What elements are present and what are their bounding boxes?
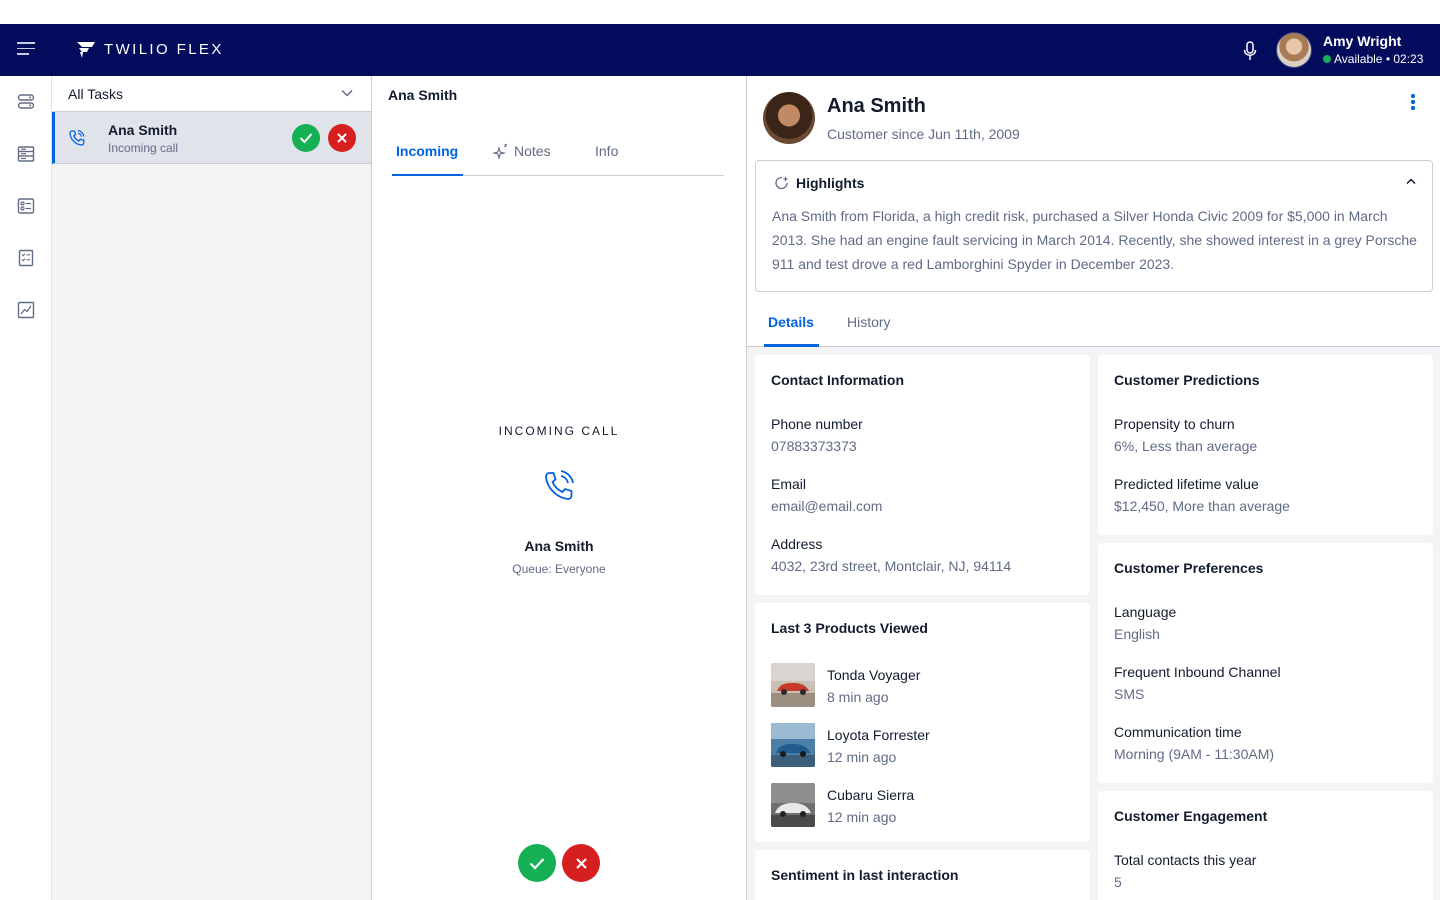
agent-desktop-icon[interactable] — [17, 145, 35, 163]
customer-profile-panel: Ana Smith Customer since Jun 11th, 2009 … — [747, 76, 1440, 900]
ai-highlights-icon — [775, 176, 789, 190]
card-title: Last 3 Products Viewed — [771, 620, 928, 636]
product-viewed-time: 12 min ago — [827, 809, 897, 825]
brand-name: TWILIO FLEX — [104, 41, 224, 58]
card-title: Customer Preferences — [1114, 560, 1264, 576]
communication-time-label: Communication time — [1114, 724, 1242, 740]
chevron-down-icon[interactable] — [341, 89, 353, 97]
window-top-margin — [0, 0, 1440, 24]
product-name[interactable]: Cubaru Sierra — [827, 787, 914, 803]
communication-time-value: Morning (9AM - 11:30AM) — [1114, 746, 1275, 762]
customer-name: Ana Smith — [827, 95, 926, 117]
task-list-panel: All Tasks Ana Smith Incoming call — [52, 76, 372, 900]
task-status-text: Incoming call — [108, 141, 179, 155]
agent-status-text: Available • 02:23 — [1334, 52, 1424, 66]
analytics-icon[interactable] — [17, 301, 35, 319]
highlights-card: Highlights Ana Smith from Florida, a hig… — [755, 160, 1433, 292]
contacts-label: Total contacts this year — [1114, 852, 1257, 868]
product-thumbnail[interactable] — [771, 723, 815, 767]
chevron-up-icon[interactable] — [1406, 178, 1416, 185]
language-label: Language — [1114, 604, 1177, 620]
card-title: Sentiment in last interaction — [771, 867, 959, 883]
email-label: Email — [771, 476, 807, 492]
task-customer-name: Ana Smith — [108, 122, 178, 138]
profile-tabs: Details History — [747, 306, 1440, 347]
queue-label: Queue: Everyone — [512, 562, 606, 576]
highlights-title: Highlights — [796, 175, 865, 191]
microphone-icon[interactable] — [1243, 41, 1257, 61]
check-icon — [299, 133, 313, 144]
side-navigation — [0, 76, 52, 900]
product-thumbnail[interactable] — [771, 663, 815, 707]
status-dot-icon — [1323, 55, 1331, 63]
close-icon — [575, 857, 587, 869]
incoming-call-label: INCOMING CALL — [498, 424, 620, 438]
agent-status[interactable]: Available • 02:23 — [1323, 52, 1423, 66]
tab-history[interactable]: History — [847, 314, 891, 330]
customer-since: Customer since Jun 11th, 2009 — [827, 126, 1020, 142]
channel-label: Frequent Inbound Channel — [1114, 664, 1281, 680]
churn-label: Propensity to churn — [1114, 416, 1235, 432]
contact-information-card: Contact Information Phone number 0788337… — [755, 355, 1090, 595]
customer-avatar — [763, 92, 815, 144]
customer-preferences-card: Customer Preferences Language English Fr… — [1098, 543, 1433, 783]
product-thumbnail[interactable] — [771, 783, 815, 827]
phone-incoming-icon — [69, 129, 85, 146]
task-card[interactable]: Ana Smith Incoming call — [52, 112, 371, 164]
phone-value: 07883373373 — [771, 438, 857, 454]
product-name[interactable]: Tonda Voyager — [827, 667, 920, 683]
product-viewed-time: 8 min ago — [827, 689, 889, 705]
contacts-value: 5 — [1114, 874, 1122, 890]
product-viewed-time: 12 min ago — [827, 749, 897, 765]
task-tabs: Incoming Notes Info — [392, 136, 724, 176]
agent-avatar[interactable] — [1276, 32, 1312, 68]
top-bar: TWILIO FLEX Amy Wright Available • 02:23 — [0, 24, 1440, 76]
sentiment-card: Sentiment in last interaction — [755, 850, 1090, 900]
reject-task-button[interactable] — [328, 124, 356, 152]
check-icon — [529, 857, 545, 870]
card-title: Contact Information — [771, 372, 904, 388]
sparkle-icon — [492, 143, 507, 159]
reject-call-button[interactable] — [562, 844, 600, 882]
task-canvas-title: Ana Smith — [388, 87, 458, 103]
close-icon — [337, 133, 347, 143]
channel-value: SMS — [1114, 686, 1145, 702]
products-viewed-card: Last 3 Products Viewed Tonda Voyager 8 m… — [755, 603, 1090, 842]
tab-incoming[interactable]: Incoming — [396, 143, 458, 159]
customer-engagement-card: Customer Engagement Total contacts this … — [1098, 791, 1433, 900]
tab-details[interactable]: Details — [768, 314, 814, 330]
churn-value: 6%, Less than average — [1114, 438, 1258, 454]
task-filter-label: All Tasks — [68, 86, 123, 102]
task-canvas: Ana Smith Incoming Notes Info INCOMING C… — [372, 76, 747, 900]
menu-icon[interactable] — [17, 42, 35, 58]
caller-name: Ana Smith — [524, 538, 594, 554]
active-tab-indicator — [392, 174, 463, 176]
more-options-icon[interactable] — [1411, 94, 1417, 112]
email-value: email@email.com — [771, 498, 883, 514]
twilio-flex-logo-icon — [77, 42, 95, 58]
profile-details: Contact Information Phone number 0788337… — [747, 347, 1440, 900]
lifetime-value: $12,450, More than average — [1114, 498, 1290, 514]
accept-task-button[interactable] — [292, 124, 320, 152]
language-value: English — [1114, 626, 1160, 642]
teams-icon[interactable] — [17, 197, 35, 215]
phone-incoming-icon — [545, 470, 574, 500]
card-title: Customer Predictions — [1114, 372, 1260, 388]
lifetime-value-label: Predicted lifetime value — [1114, 476, 1259, 492]
tab-info[interactable]: Info — [595, 143, 618, 159]
agent-name: Amy Wright — [1323, 33, 1402, 49]
phone-label: Phone number — [771, 416, 863, 432]
address-label: Address — [771, 536, 823, 552]
address-value: 4032, 23rd street, Montclair, NJ, 94114 — [771, 558, 1012, 574]
task-filter[interactable]: All Tasks — [52, 76, 371, 112]
accept-call-button[interactable] — [518, 844, 556, 882]
customer-predictions-card: Customer Predictions Propensity to churn… — [1098, 355, 1433, 535]
tab-notes-label: Notes — [514, 143, 551, 159]
queues-icon[interactable] — [17, 93, 35, 111]
tab-notes[interactable]: Notes — [492, 143, 551, 159]
product-name[interactable]: Loyota Forrester — [827, 727, 930, 743]
card-title: Customer Engagement — [1114, 808, 1268, 824]
tasks-icon[interactable] — [17, 249, 35, 267]
highlights-text: Ana Smith from Florida, a high credit ri… — [772, 208, 1417, 272]
